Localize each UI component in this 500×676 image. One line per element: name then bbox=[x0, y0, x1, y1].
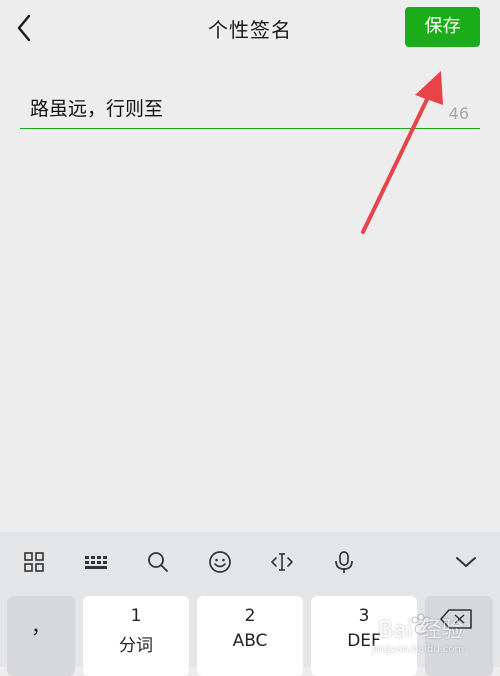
key-1-fenci[interactable]: 1 分词 bbox=[83, 596, 189, 676]
annotation-arrow-icon bbox=[361, 71, 443, 234]
emoji-icon[interactable] bbox=[207, 549, 233, 575]
top-bar: 个性签名 保存 bbox=[0, 0, 500, 56]
comma-key[interactable]: ， bbox=[7, 596, 75, 676]
keyboard-toolbar bbox=[0, 532, 500, 590]
key-1-number: 1 bbox=[130, 606, 142, 626]
cursor-icon[interactable] bbox=[269, 549, 295, 575]
microphone-icon[interactable] bbox=[331, 549, 357, 575]
key-2-abc[interactable]: 2 ABC bbox=[197, 596, 303, 676]
key-2-number: 2 bbox=[244, 606, 256, 626]
watermark-url: jingyan.baidu.com bbox=[372, 644, 465, 655]
baidu-watermark: Bai 经验 jingyan.baidu.com bbox=[352, 606, 492, 666]
key-2-label: ABC bbox=[232, 631, 268, 651]
grid-icon[interactable] bbox=[21, 549, 47, 575]
keyboard-icon[interactable] bbox=[83, 549, 109, 575]
key-1-label: 分词 bbox=[119, 636, 153, 656]
watermark-text: Bai 经验 bbox=[378, 618, 464, 643]
comma-key-label: ， bbox=[31, 614, 51, 638]
collapse-chevron-icon[interactable] bbox=[453, 549, 479, 575]
search-icon[interactable] bbox=[145, 549, 171, 575]
save-button[interactable]: 保存 bbox=[405, 7, 480, 47]
signature-text: 路虽远，行则至 bbox=[30, 98, 164, 120]
